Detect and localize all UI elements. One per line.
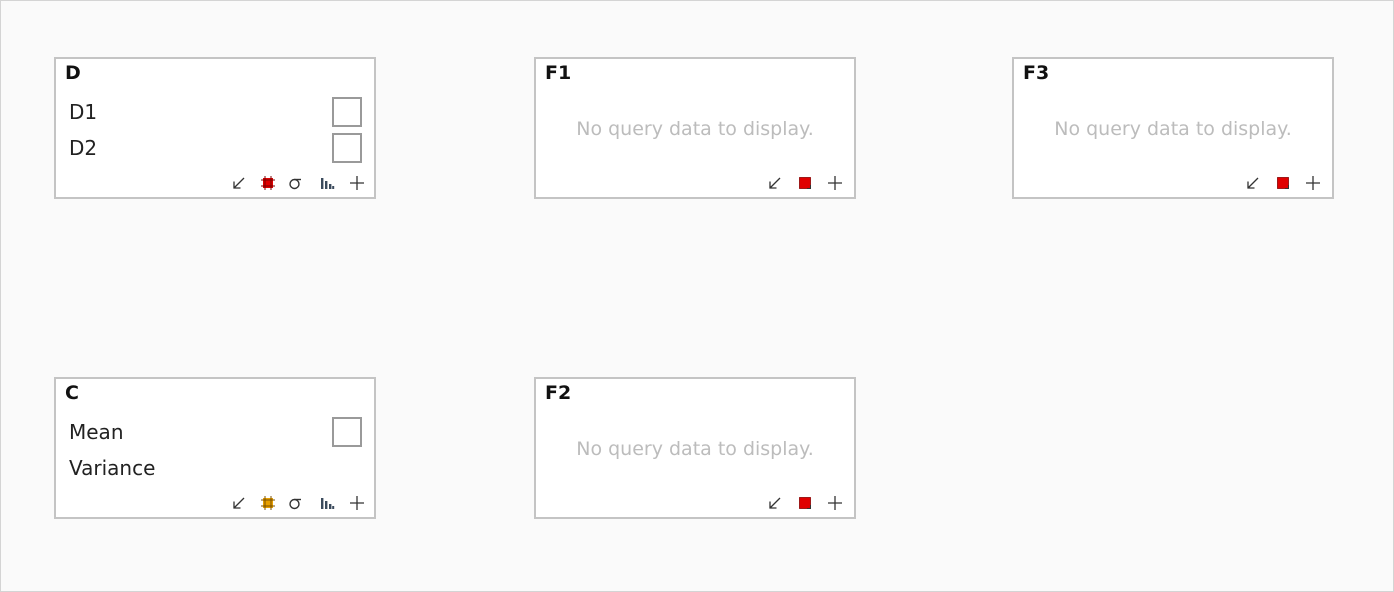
card-title: D [65,62,81,84]
row-label: D1 [69,100,98,124]
card-title: C [65,382,79,404]
card-toolbar [228,172,366,194]
card-toolbar [228,492,366,514]
plus-icon[interactable] [1302,172,1324,194]
sigma-icon[interactable] [284,492,306,514]
card-title: F1 [545,62,572,84]
arrow-down-left-icon[interactable] [1242,172,1264,194]
empty-state-message: No query data to display. [1054,118,1292,140]
orange-selection-icon[interactable] [257,492,279,514]
card-title: F2 [545,382,572,404]
list-item[interactable]: D2 [69,133,362,165]
plus-icon[interactable] [824,492,846,514]
row-checkbox[interactable] [332,417,362,447]
card-toolbar [764,492,846,514]
card-toolbar [764,172,846,194]
plus-icon[interactable] [346,172,368,194]
list-item[interactable]: Variance [69,453,362,485]
card-toolbar [1242,172,1324,194]
red-selection-icon[interactable] [794,172,816,194]
list-item[interactable]: Mean [69,417,362,449]
dashboard-canvas: D D1 D2 F1 No query data to display. F3 … [0,0,1394,592]
red-selection-icon[interactable] [1272,172,1294,194]
row-label: Variance [69,456,156,480]
card-title: F3 [1023,62,1050,84]
row-checkbox[interactable] [332,133,362,163]
list-item[interactable]: D1 [69,97,362,129]
arrow-down-left-icon[interactable] [764,492,786,514]
row-label: D2 [69,136,98,160]
card-f3: F3 No query data to display. [1012,57,1334,199]
empty-state-message: No query data to display. [576,438,814,460]
bar-chart-icon[interactable] [316,172,338,194]
card-f2: F2 No query data to display. [534,377,856,519]
row-checkbox[interactable] [332,97,362,127]
arrow-down-left-icon[interactable] [228,172,250,194]
card-f1: F1 No query data to display. [534,57,856,199]
sigma-icon[interactable] [284,172,306,194]
arrow-down-left-icon[interactable] [764,172,786,194]
red-selection-icon[interactable] [257,172,279,194]
plus-icon[interactable] [346,492,368,514]
red-selection-icon[interactable] [794,492,816,514]
card-c: C Mean Variance [54,377,376,519]
row-label: Mean [69,420,124,444]
bar-chart-icon[interactable] [316,492,338,514]
empty-state-message: No query data to display. [576,118,814,140]
arrow-down-left-icon[interactable] [228,492,250,514]
plus-icon[interactable] [824,172,846,194]
card-d: D D1 D2 [54,57,376,199]
